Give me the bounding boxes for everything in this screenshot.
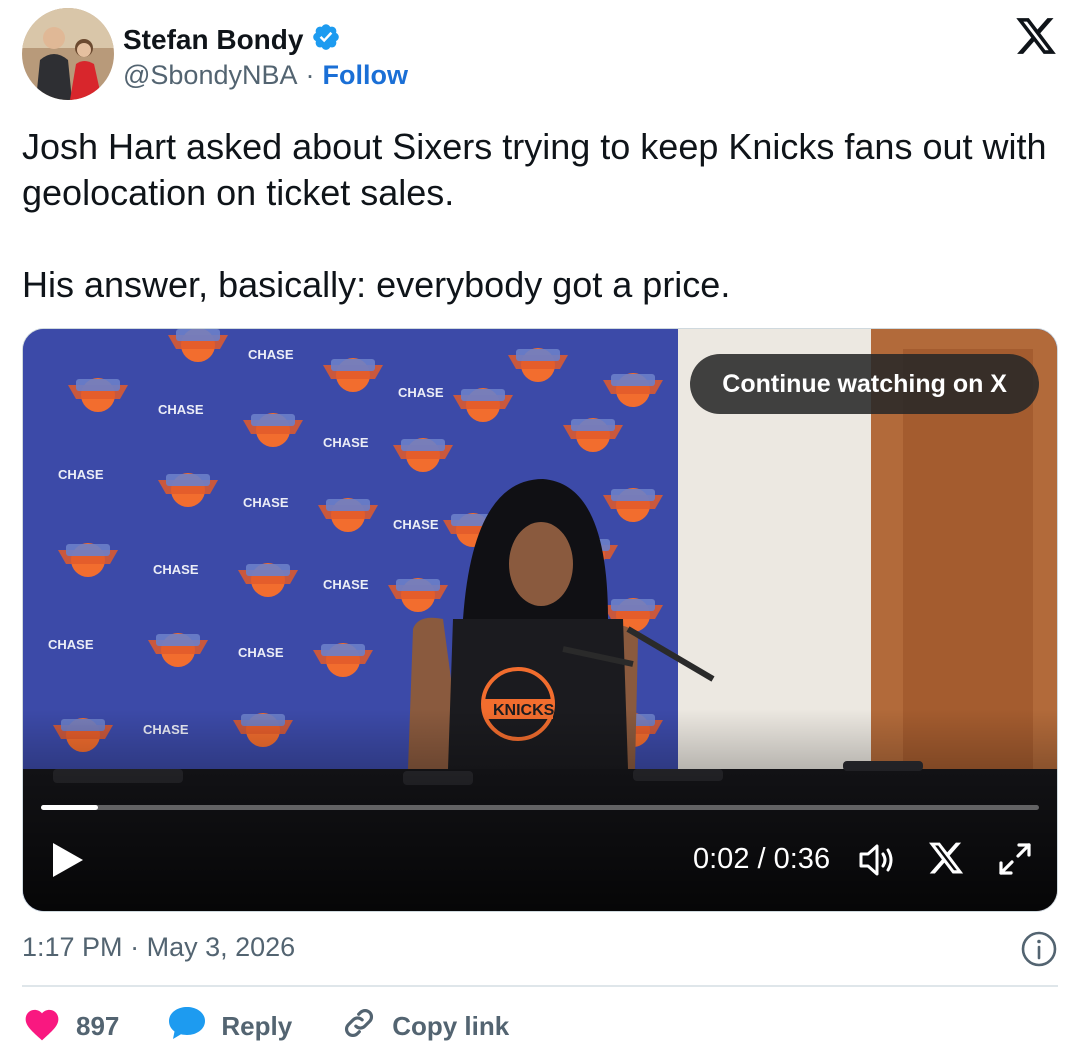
follow-button[interactable]: Follow (323, 60, 408, 91)
copy-link-label: Copy link (392, 1010, 510, 1041)
like-count: 897 (76, 1010, 120, 1041)
svg-text:CHASE: CHASE (323, 435, 369, 450)
tweet-paragraph: His answer, basically: everybody got a p… (22, 264, 731, 305)
like-button[interactable]: 897 (22, 1005, 119, 1048)
svg-text:CHASE: CHASE (398, 385, 444, 400)
handle-separator: · (305, 60, 315, 90)
svg-text:CHASE: CHASE (48, 637, 94, 652)
tweet-actions: 897 Reply Copy link (22, 1000, 557, 1052)
svg-text:CHASE: CHASE (393, 517, 439, 532)
verified-badge-icon (311, 22, 341, 57)
avatar[interactable] (22, 8, 114, 100)
svg-text:CHASE: CHASE (158, 402, 204, 417)
reply-label: Reply (221, 1010, 293, 1041)
x-small-icon[interactable] (927, 839, 965, 877)
name-row: Stefan Bondy (123, 22, 341, 57)
current-time: 0:02 (693, 843, 750, 875)
svg-text:CHASE: CHASE (323, 577, 369, 592)
time-separator: / (749, 843, 774, 875)
progress-bar[interactable] (41, 805, 1039, 810)
time-display: 0:02 / 0:36 (693, 843, 830, 876)
continue-watching-button[interactable]: Continue watching on X (690, 354, 1039, 414)
video-controls: 0:02 / 0:36 (23, 819, 1057, 911)
fullscreen-icon[interactable] (995, 839, 1035, 879)
info-icon[interactable] (1020, 930, 1058, 968)
display-name[interactable]: Stefan Bondy (123, 24, 303, 56)
tweet-meta: 1:17 PM · May 3, 2026 (22, 926, 1058, 970)
date: May 3, 2026 (146, 932, 296, 962)
svg-text:CHASE: CHASE (153, 562, 199, 577)
handle-row: @SbondyNBA · Follow (123, 60, 408, 91)
reply-bubble-icon (167, 1005, 207, 1048)
time: 1:17 PM (22, 932, 123, 962)
handle[interactable]: @SbondyNBA (123, 60, 298, 91)
svg-text:CHASE: CHASE (238, 645, 284, 660)
tweet-paragraph: Josh Hart asked about Sixers trying to k… (22, 126, 1047, 213)
svg-text:CHASE: CHASE (248, 347, 294, 362)
reply-button[interactable]: Reply (167, 1005, 292, 1048)
copy-link-button[interactable]: Copy link (340, 1004, 509, 1049)
video-player[interactable]: CHASE CHASE CHASE CHASE CHASE CHASE CHAS… (22, 328, 1058, 912)
meta-separator: · (130, 932, 140, 962)
progress-fill (41, 805, 98, 810)
tweet-text: Josh Hart asked about Sixers trying to k… (22, 124, 1052, 308)
duration: 0:36 (773, 843, 831, 875)
volume-icon[interactable] (857, 841, 897, 879)
svg-text:CHASE: CHASE (58, 467, 104, 482)
x-logo-icon[interactable] (1014, 14, 1058, 58)
link-icon (340, 1004, 378, 1049)
heart-icon (22, 1005, 62, 1048)
divider (22, 985, 1058, 987)
timestamp[interactable]: 1:17 PM · May 3, 2026 (22, 932, 295, 963)
svg-text:CHASE: CHASE (243, 495, 289, 510)
play-icon[interactable] (51, 841, 85, 879)
tweet-header: Stefan Bondy @SbondyNBA · Follow (22, 8, 1062, 104)
